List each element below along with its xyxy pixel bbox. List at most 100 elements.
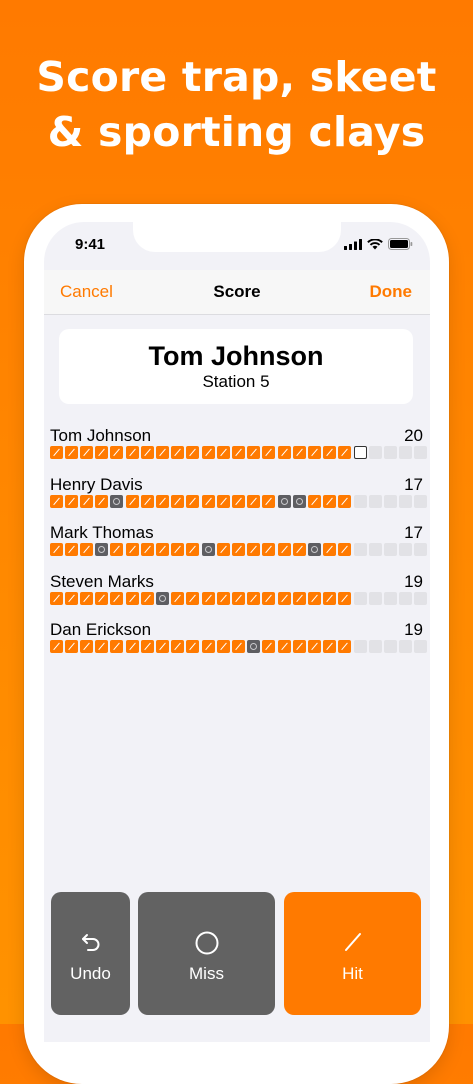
hit-cell	[217, 494, 230, 508]
hit-cell	[308, 446, 321, 459]
station-group	[202, 591, 275, 605]
station-group	[50, 591, 123, 605]
current-shooter-card: Tom Johnson Station 5	[59, 329, 413, 404]
hit-cell	[80, 591, 93, 605]
station-group	[278, 543, 351, 556]
hit-cell	[171, 591, 184, 605]
miss-cell	[95, 543, 108, 556]
hit-cell	[171, 494, 184, 508]
hit-cell	[323, 543, 336, 556]
hit-cell	[308, 640, 321, 653]
miss-button[interactable]: Miss	[138, 892, 275, 1015]
done-button[interactable]: Done	[370, 282, 413, 302]
player-row[interactable]: Steven Marks 19	[50, 570, 427, 619]
station-group	[354, 591, 427, 605]
player-name: Mark Thomas	[50, 523, 154, 542]
miss-cell	[278, 494, 291, 508]
hit-cell	[247, 494, 260, 508]
hit-cell	[126, 494, 139, 508]
hit-cell	[186, 446, 199, 459]
miss-cell	[293, 494, 306, 508]
hit-cell	[110, 446, 123, 459]
station-group	[202, 446, 275, 459]
station-group	[202, 543, 275, 556]
station-group	[126, 591, 199, 605]
hit-button[interactable]: Hit	[284, 892, 421, 1015]
miss-cell	[110, 494, 123, 508]
hit-cell	[186, 494, 199, 508]
player-row[interactable]: Dan Erickson 19	[50, 618, 427, 667]
station-group	[50, 640, 123, 653]
hit-cell	[95, 446, 108, 459]
hit-cell	[65, 640, 78, 653]
station-group	[50, 446, 123, 459]
miss-cell	[308, 543, 321, 556]
empty-cell	[369, 494, 382, 508]
hit-cell	[232, 640, 245, 653]
battery-icon	[388, 238, 413, 250]
station-group	[50, 494, 123, 508]
hit-cell	[262, 543, 275, 556]
hit-cell	[338, 640, 351, 653]
player-score: 19	[404, 620, 423, 639]
hit-cell	[50, 494, 63, 508]
hit-cell	[278, 591, 291, 605]
hit-cell	[156, 494, 169, 508]
hit-cell	[95, 494, 108, 508]
station-group	[278, 446, 351, 459]
hit-cell	[202, 446, 215, 459]
empty-cell	[414, 494, 427, 508]
shot-grid	[50, 591, 427, 605]
hit-cell	[262, 640, 275, 653]
empty-cell	[384, 640, 397, 653]
status-time: 9:41	[75, 236, 106, 253]
station-group	[278, 640, 351, 653]
hit-cell	[323, 591, 336, 605]
empty-cell	[399, 446, 412, 459]
hit-label: Hit	[342, 964, 363, 983]
hit-cell	[110, 640, 123, 653]
hit-cell	[50, 591, 63, 605]
station-group	[354, 640, 427, 653]
hit-cell	[95, 591, 108, 605]
hit-cell	[126, 640, 139, 653]
hit-cell	[186, 543, 199, 556]
wifi-icon	[367, 238, 383, 249]
station-group	[126, 543, 199, 556]
hit-cell	[141, 640, 154, 653]
hit-cell	[247, 591, 260, 605]
empty-cell	[384, 446, 397, 459]
hit-cell	[80, 446, 93, 459]
empty-cell	[354, 591, 367, 605]
miss-cell	[202, 543, 215, 556]
hit-cell	[156, 640, 169, 653]
circle-icon	[138, 930, 275, 956]
undo-button[interactable]: Undo	[51, 892, 130, 1015]
hit-cell	[202, 640, 215, 653]
hit-cell	[323, 446, 336, 459]
hit-cell	[65, 446, 78, 459]
empty-cell	[369, 543, 382, 556]
player-row[interactable]: Mark Thomas 17	[50, 521, 427, 570]
hit-cell	[80, 543, 93, 556]
player-score: 17	[404, 474, 423, 494]
hit-cell	[186, 591, 199, 605]
hit-cell	[338, 494, 351, 508]
empty-cell	[399, 591, 412, 605]
hit-cell	[232, 494, 245, 508]
hit-cell	[232, 543, 245, 556]
miss-cell	[247, 640, 260, 653]
empty-cell	[384, 494, 397, 508]
station-group	[278, 494, 351, 508]
player-row[interactable]: Henry Davis 17	[50, 473, 427, 522]
empty-cell	[414, 640, 427, 653]
player-row[interactable]: Tom Johnson 20	[50, 424, 427, 473]
current-shot-cell	[354, 446, 367, 459]
hit-cell	[278, 640, 291, 653]
station-group	[126, 446, 199, 459]
hit-cell	[278, 446, 291, 459]
hit-cell	[293, 446, 306, 459]
hit-cell	[110, 543, 123, 556]
player-score: 19	[404, 571, 423, 591]
cellular-signal-icon	[344, 238, 362, 250]
